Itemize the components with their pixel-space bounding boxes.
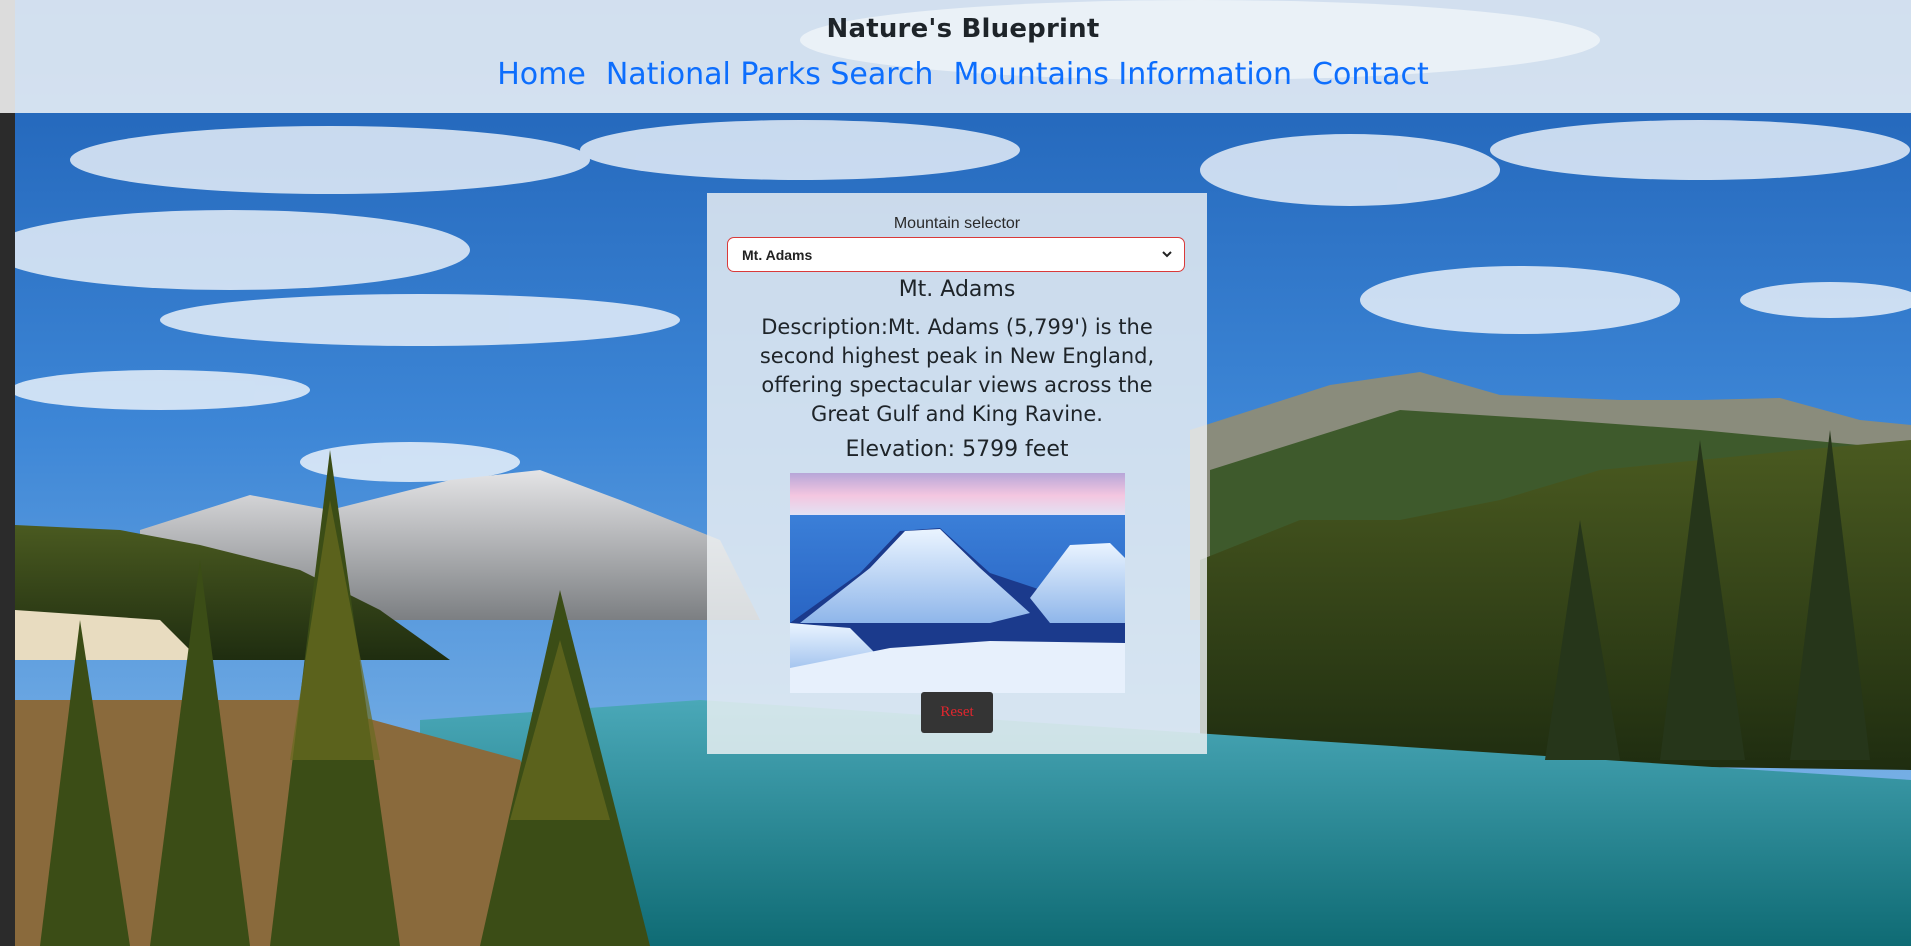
page: Nature's Blueprint Home National Parks S…	[0, 0, 1911, 946]
site-title: Nature's Blueprint	[826, 14, 1100, 44]
nav-link-contact[interactable]: Contact	[1312, 55, 1429, 95]
reset-button[interactable]: Reset	[921, 692, 993, 733]
nav-link-national-parks-search[interactable]: National Parks Search	[606, 55, 934, 95]
mountain-selector-dropdown[interactable]: Mt. Adams	[727, 237, 1185, 272]
mountain-selector-label: Mountain selector	[893, 215, 1021, 232]
mountain-name-heading: Mt. Adams	[898, 277, 1016, 302]
left-window-edge-top	[0, 0, 15, 113]
mountain-info-card: Mountain selector Mt. Adams Mt. Adams De…	[707, 193, 1207, 754]
site-header: Nature's Blueprint Home National Parks S…	[15, 0, 1911, 113]
mountain-selector-value: Mt. Adams	[742, 247, 813, 263]
mountain-elevation: Elevation: 5799 feet	[845, 437, 1069, 462]
nav-link-home[interactable]: Home	[497, 55, 586, 95]
mountain-photo	[790, 473, 1125, 693]
nav-link-mountains-information[interactable]: Mountains Information	[953, 55, 1292, 95]
left-window-edge	[0, 0, 15, 946]
mountain-description: Description:Mt. Adams (5,799') is the se…	[759, 315, 1155, 426]
chevron-down-icon	[1160, 246, 1174, 260]
main-nav: Home National Parks Search Mountains Inf…	[15, 55, 1911, 95]
